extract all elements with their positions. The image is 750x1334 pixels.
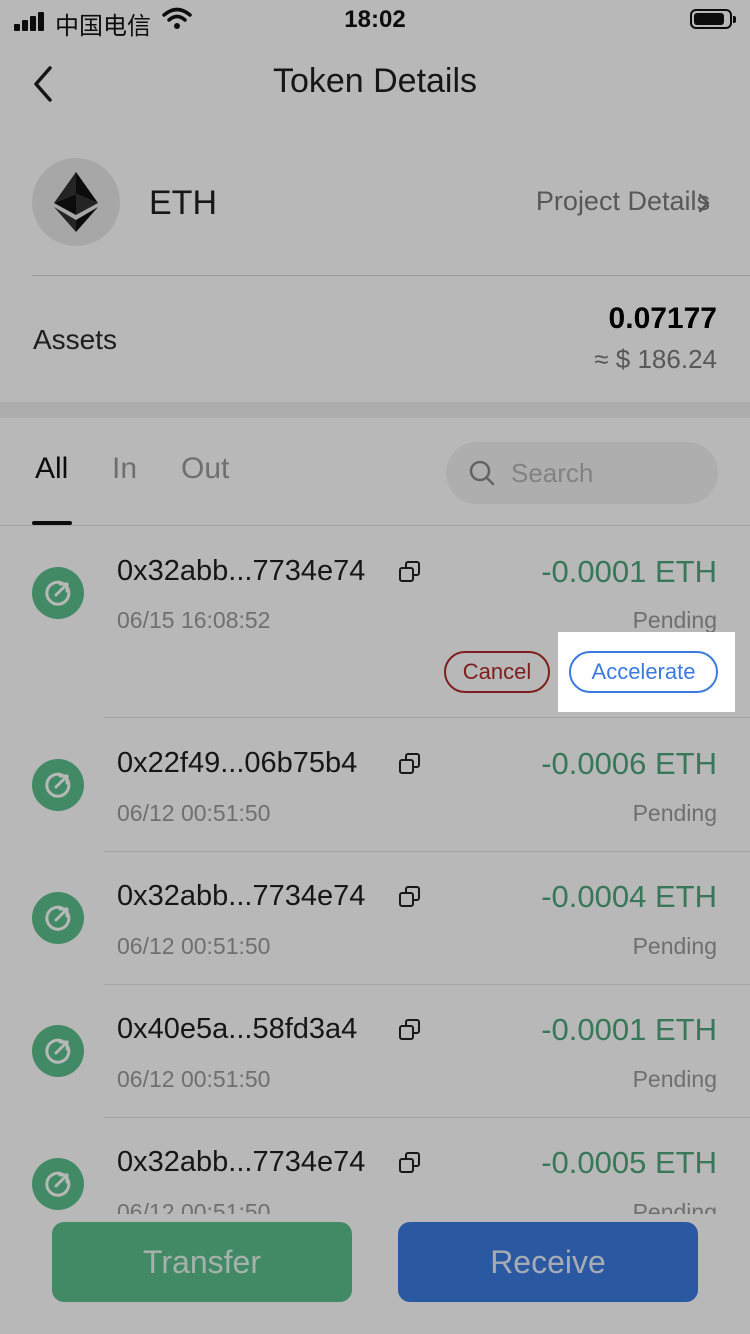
search-input[interactable]: Search [446,442,718,504]
tx-amount: -0.0004 ETH [541,879,717,914]
divider [104,984,750,985]
tx-hash: 0x32abb...7734e74 [117,1146,366,1178]
send-icon [32,1025,84,1077]
eth-logo [32,158,120,246]
tx-date: 06/12 00:51:50 [117,1066,271,1092]
status-bar: 中国电信 18:02 [0,0,750,40]
tx-amount: -0.0001 ETH [541,1012,717,1047]
tx-hash: 0x22f49...06b75b4 [117,747,358,779]
divider [104,1117,750,1118]
assets-fiat-value: ≈ $ 186.24 [594,344,717,374]
tx-hash: 0x32abb...7734e74 [117,880,366,912]
section-divider [0,402,750,418]
tx-status: Pending [632,800,717,826]
tx-amount: -0.0001 ETH [541,554,717,589]
tx-hash: 0x32abb...7734e74 [117,555,366,587]
tx-date: 06/12 00:51:50 [117,800,271,826]
tx-status: Pending [632,933,717,959]
project-details-link[interactable]: Project Details [536,186,710,217]
tx-status: Pending [632,607,717,633]
tx-date: 06/15 16:08:52 [117,607,271,633]
battery-icon [690,9,736,29]
accelerate-button[interactable]: Accelerate [569,651,718,693]
tx-date: 06/12 00:51:50 [117,933,271,959]
tab-in[interactable]: In [112,452,137,486]
tab-out[interactable]: Out [181,452,229,486]
send-icon [32,567,84,619]
tx-amount: -0.0006 ETH [541,746,717,781]
divider [0,525,750,526]
copy-icon[interactable] [398,560,422,584]
copy-icon[interactable] [398,1151,422,1175]
divider [104,851,750,852]
clock: 18:02 [344,6,406,33]
tx-amount: -0.0005 ETH [541,1145,717,1180]
divider [32,275,750,276]
search-icon [469,460,495,486]
tx-hash: 0x40e5a...58fd3a4 [117,1013,358,1045]
send-icon [32,1158,84,1210]
divider [104,717,750,718]
assets-amount: 0.07177 [608,302,717,335]
copy-icon[interactable] [398,885,422,909]
copy-icon[interactable] [398,1018,422,1042]
send-icon [32,759,84,811]
chevron-right-icon[interactable] [697,192,711,214]
copy-icon[interactable] [398,752,422,776]
assets-label: Assets [33,324,118,355]
page-title: Token Details [272,62,478,100]
transfer-button[interactable]: Transfer [52,1222,352,1302]
tx-status: Pending [632,1066,717,1092]
send-icon [32,892,84,944]
cancel-button[interactable]: Cancel [444,651,550,693]
receive-button[interactable]: Receive [398,1222,698,1302]
tab-all[interactable]: All [35,452,68,486]
token-details-screen: 中国电信 18:02 Token Details ETH Project Det… [0,0,750,1334]
search-placeholder: Search [511,458,594,488]
token-name: ETH [149,184,217,222]
